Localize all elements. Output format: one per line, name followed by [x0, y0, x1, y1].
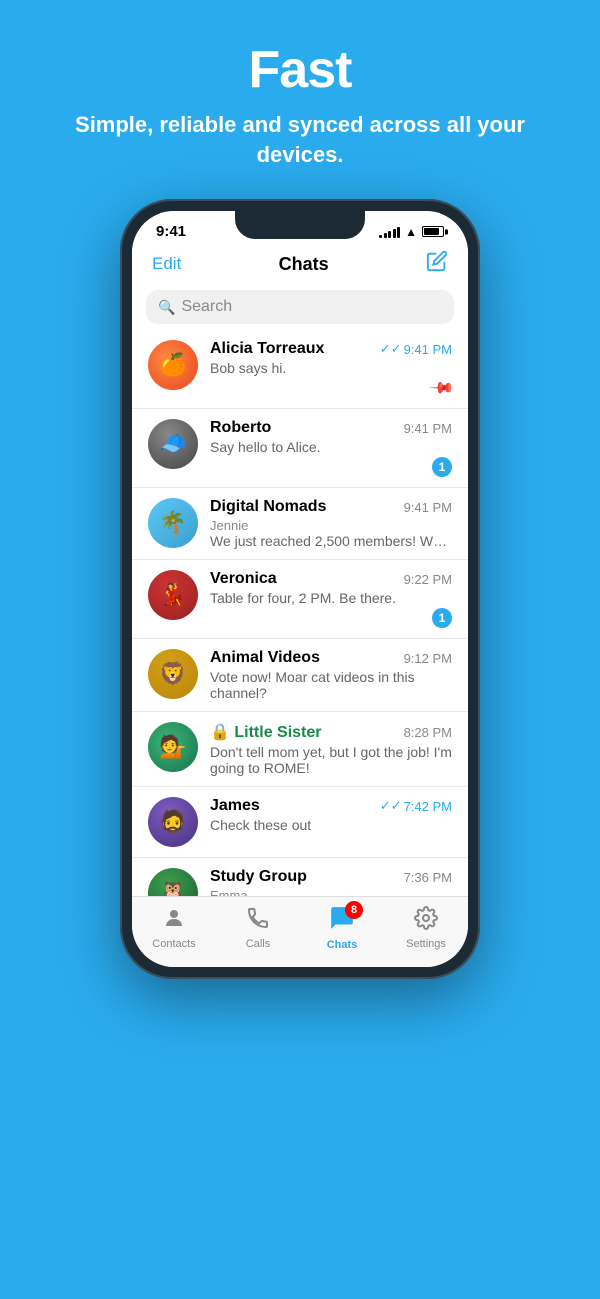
chat-name-study: Study Group [210, 868, 307, 886]
unread-badge: 1 [432, 608, 452, 628]
chat-time: 7:36 PM [404, 870, 452, 885]
chat-item-james[interactable]: 🧔 James ✓✓ 7:42 PM Check these out [132, 787, 468, 858]
chat-content-james: James ✓✓ 7:42 PM Check these out [210, 797, 452, 833]
phone-frame: 9:41 ▲ Edit [120, 199, 480, 979]
chat-header-sister: 🔒 Little Sister 8:28 PM [210, 722, 452, 742]
contacts-icon [162, 906, 186, 936]
chat-time: 9:12 PM [404, 651, 452, 666]
tab-label-settings: Settings [406, 938, 446, 950]
wifi-icon: ▲ [405, 225, 417, 239]
chat-item-alicia[interactable]: 🍊 Alicia Torreaux ✓✓ 9:41 PM Bob says hi… [132, 330, 468, 409]
chat-content-roberto: Roberto 9:41 PM Say hello to Alice. 1 [210, 419, 452, 477]
signal-icon [379, 226, 400, 238]
chat-time: 8:28 PM [404, 725, 452, 740]
chat-name-veronica: Veronica [210, 570, 277, 588]
chat-time: 9:22 PM [404, 572, 452, 587]
tab-label-calls: Calls [246, 938, 270, 950]
chat-time: ✓✓ 9:41 PM [380, 341, 452, 357]
chat-preview-animal: Vote now! Moar cat videos in this channe… [210, 669, 452, 701]
chat-content-alicia: Alicia Torreaux ✓✓ 9:41 PM Bob says hi. … [210, 340, 452, 398]
chat-name-roberto: Roberto [210, 419, 271, 437]
chat-preview-sister: Don't tell mom yet, but I got the job! I… [210, 744, 452, 776]
chat-header-james: James ✓✓ 7:42 PM [210, 797, 452, 815]
edit-button[interactable]: Edit [152, 254, 181, 274]
tab-bar: Contacts Calls 8 Chats Settings [132, 896, 468, 967]
screen-content: 9:41 ▲ Edit [132, 211, 468, 967]
chat-preview-veronica: Table for four, 2 PM. Be there. [210, 590, 452, 606]
chat-name-alicia: Alicia Torreaux [210, 340, 324, 358]
chat-name-digital: Digital Nomads [210, 498, 326, 516]
avatar-veronica: 💃 [148, 570, 198, 620]
chat-header-digital: Digital Nomads 9:41 PM [210, 498, 452, 516]
avatar-alicia: 🍊 [148, 340, 198, 390]
chats-badge: 8 [345, 901, 363, 919]
search-bar[interactable]: 🔍 Search [146, 290, 454, 324]
chat-item-roberto[interactable]: 🧢 Roberto 9:41 PM Say hello to Alice. 1 [132, 409, 468, 488]
phone-screen: 9:41 ▲ Edit [132, 211, 468, 967]
chat-header-study: Study Group 7:36 PM [210, 868, 452, 886]
phone-notch [235, 211, 365, 239]
compose-button[interactable] [426, 250, 448, 278]
chat-item-digital[interactable]: 🌴 Digital Nomads 9:41 PM Jennie We just … [132, 488, 468, 560]
calls-icon [246, 906, 270, 936]
chat-preview-digital: We just reached 2,500 members! WOO! [210, 533, 452, 549]
chat-header-roberto: Roberto 9:41 PM [210, 419, 452, 437]
tab-settings[interactable]: Settings [384, 906, 468, 950]
battery-icon [422, 226, 444, 237]
chat-content-veronica: Veronica 9:22 PM Table for four, 2 PM. B… [210, 570, 452, 628]
tab-chats[interactable]: 8 Chats [300, 905, 384, 951]
chat-header-animal: Animal Videos 9:12 PM [210, 649, 452, 667]
chat-content-sister: 🔒 Little Sister 8:28 PM Don't tell mom y… [210, 722, 452, 776]
chat-preview-roberto: Say hello to Alice. [210, 439, 452, 455]
nav-bar: Edit Chats [132, 246, 468, 286]
tab-calls[interactable]: Calls [216, 906, 300, 950]
chat-name-animal: Animal Videos [210, 649, 320, 667]
avatar-digital: 🌴 [148, 498, 198, 548]
chat-name-sister: 🔒 Little Sister [210, 722, 322, 742]
search-icon: 🔍 [158, 299, 175, 316]
chats-icon-wrap: 8 [329, 905, 355, 937]
chat-time: ✓✓ 7:42 PM [380, 798, 452, 814]
settings-icon [414, 906, 438, 936]
unread-badge: 1 [432, 457, 452, 477]
chat-sender: Jennie [210, 518, 452, 533]
avatar-sister: 💁 [148, 722, 198, 772]
nav-title: Chats [279, 254, 329, 275]
chat-header-alicia: Alicia Torreaux ✓✓ 9:41 PM [210, 340, 452, 358]
chat-content-animal: Animal Videos 9:12 PM Vote now! Moar cat… [210, 649, 452, 701]
avatar-animal: 🦁 [148, 649, 198, 699]
hero-section: Fast Simple, reliable and synced across … [0, 0, 600, 189]
chat-name-james: James [210, 797, 260, 815]
chat-header-veronica: Veronica 9:22 PM [210, 570, 452, 588]
chat-item-animal[interactable]: 🦁 Animal Videos 9:12 PM Vote now! Moar c… [132, 639, 468, 712]
chat-time: 9:41 PM [404, 500, 452, 515]
search-placeholder: Search [181, 298, 232, 316]
avatar-james: 🧔 [148, 797, 198, 847]
avatar-roberto: 🧢 [148, 419, 198, 469]
chat-item-veronica[interactable]: 💃 Veronica 9:22 PM Table for four, 2 PM.… [132, 560, 468, 639]
hero-title: Fast [30, 40, 570, 100]
chat-item-sister[interactable]: 💁 🔒 Little Sister 8:28 PM Don't tell mom… [132, 712, 468, 787]
chat-preview-alicia: Bob says hi. [210, 360, 452, 376]
tab-contacts[interactable]: Contacts [132, 906, 216, 950]
hero-subtitle: Simple, reliable and synced across all y… [30, 110, 570, 169]
chat-list: 🍊 Alicia Torreaux ✓✓ 9:41 PM Bob says hi… [132, 330, 468, 967]
pin-icon: 📌 [428, 374, 456, 402]
status-time: 9:41 [156, 223, 186, 240]
tab-label-chats: Chats [327, 939, 358, 951]
chat-time: 9:41 PM [404, 421, 452, 436]
chat-preview-james: Check these out [210, 817, 452, 833]
chat-content-digital: Digital Nomads 9:41 PM Jennie We just re… [210, 498, 452, 549]
status-icons: ▲ [379, 225, 444, 239]
tab-label-contacts: Contacts [152, 938, 195, 950]
